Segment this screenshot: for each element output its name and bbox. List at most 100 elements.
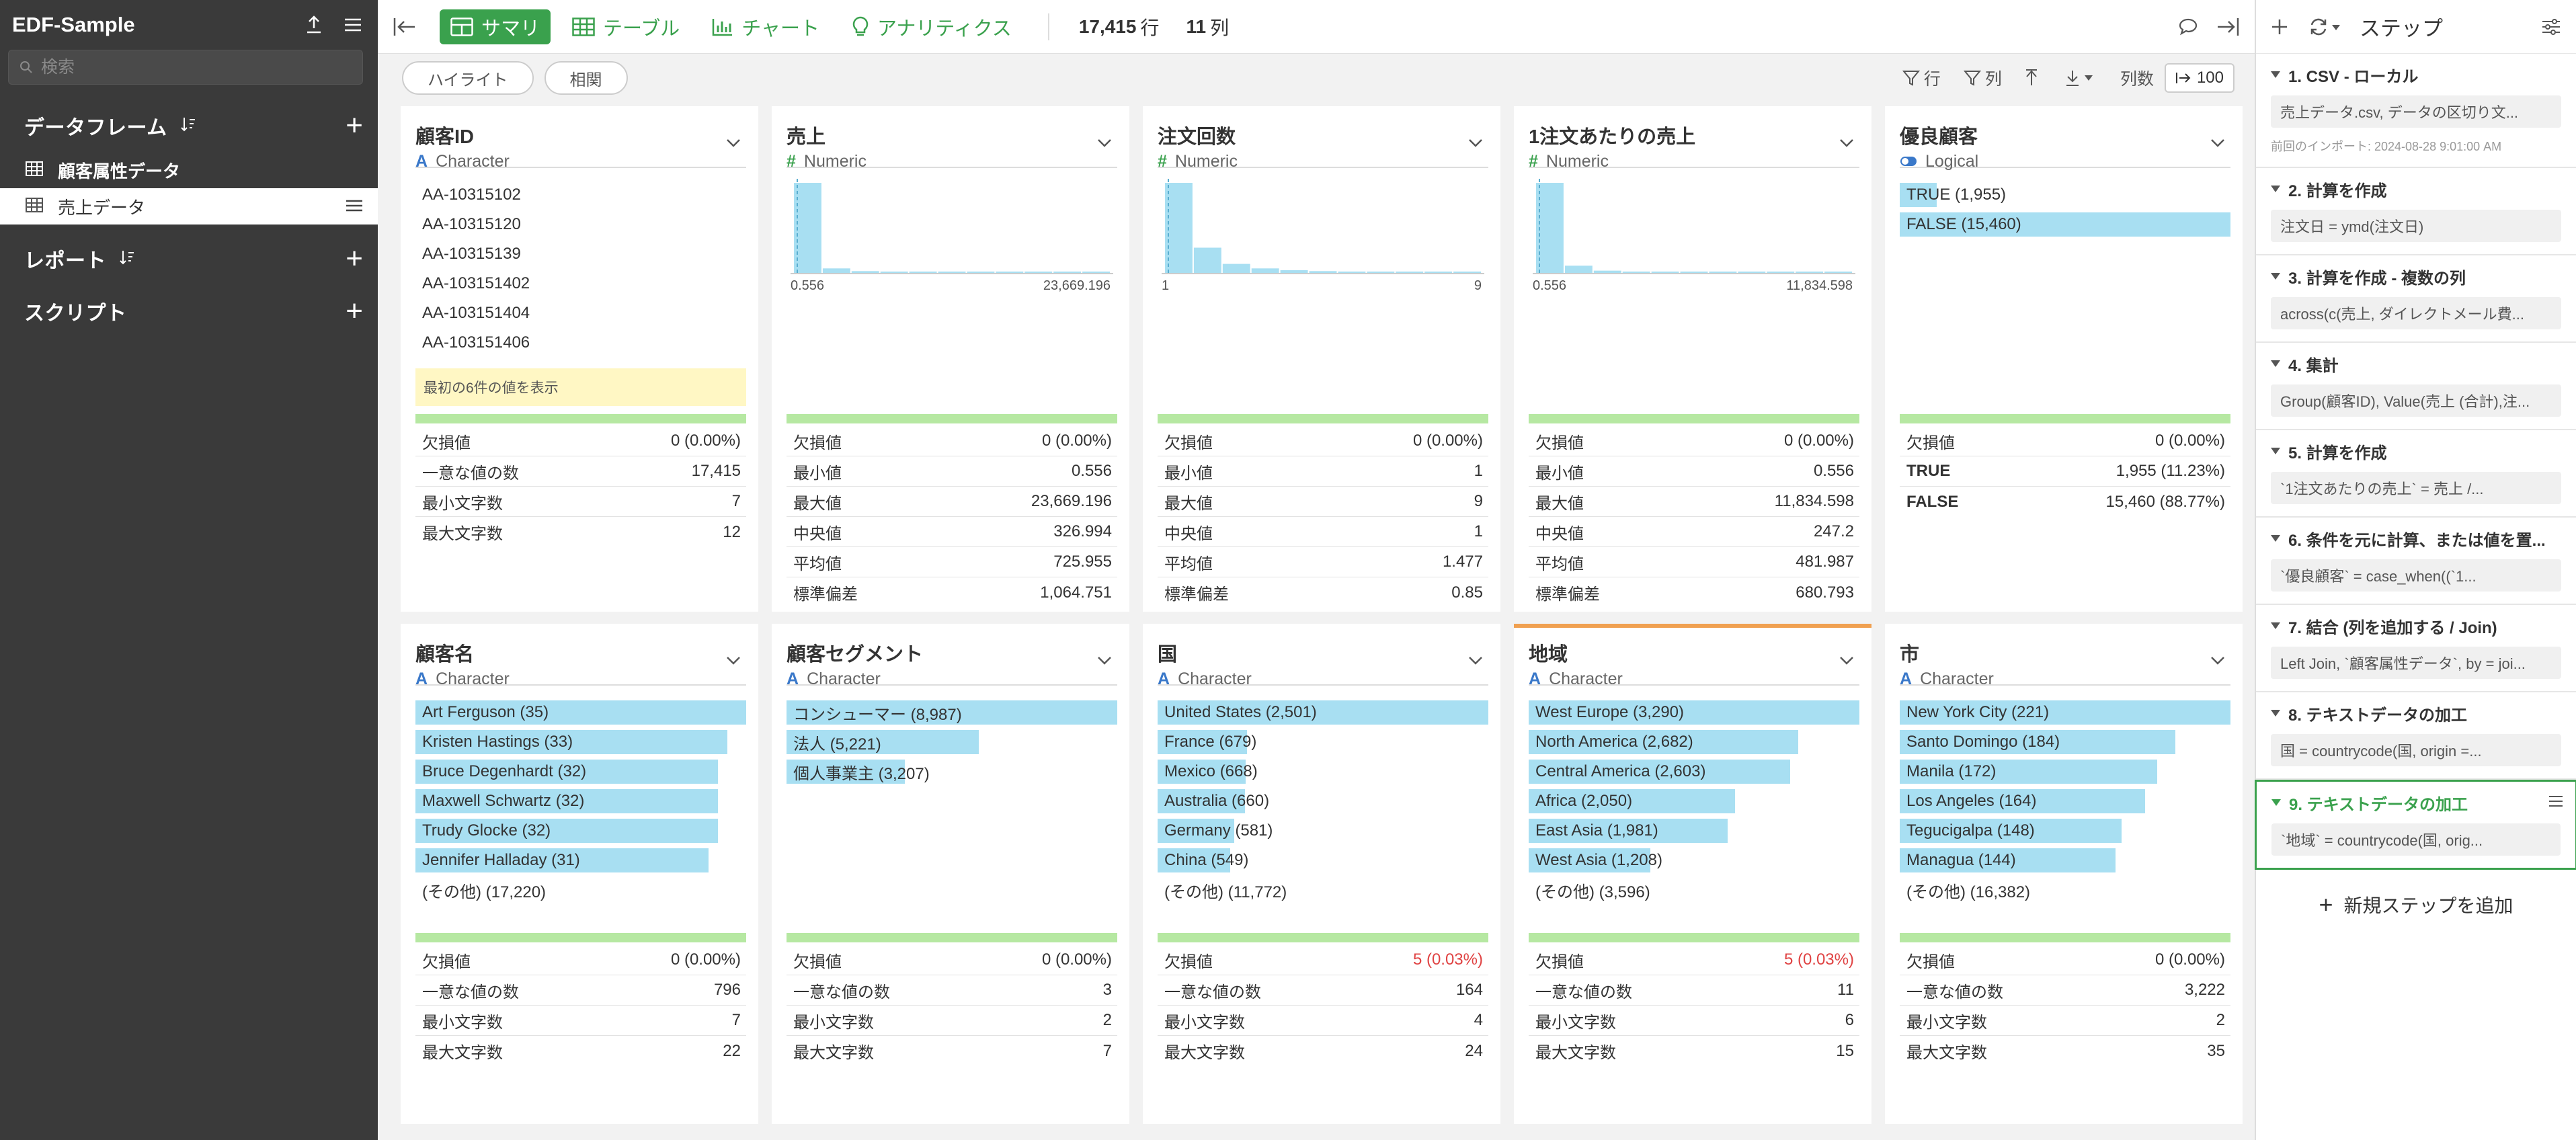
value-bar[interactable]: 法人 (5,221) <box>787 727 1117 757</box>
hamburger-menu-icon[interactable] <box>340 12 366 38</box>
column-card[interactable]: 顧客セグメント A Character コンシューマー (8,987) 法人 (5,22… <box>772 624 1129 1124</box>
add-report-plus-icon[interactable]: + <box>346 244 363 274</box>
value-bar[interactable]: China (549) <box>1158 846 1488 875</box>
highlight-button[interactable]: ハイライト <box>402 61 534 95</box>
collapse-triangle-icon[interactable] <box>2271 535 2280 542</box>
step-item[interactable]: 9. テキストデータの加工 `地域` = countrycode(国, orig.… <box>2255 780 2576 870</box>
value-bar[interactable]: Australia (660) <box>1158 786 1488 816</box>
value-bar[interactable]: East Asia (1,981) <box>1529 816 1859 846</box>
value-bar[interactable]: Trudy Glocke (32) <box>415 816 746 846</box>
collapse-triangle-icon[interactable] <box>2271 448 2280 454</box>
value-bar[interactable]: TRUE (1,955) <box>1900 180 2230 210</box>
chevron-down-icon[interactable] <box>1468 656 1483 669</box>
tab-summary[interactable]: サマリ <box>440 9 551 44</box>
step-item[interactable]: 8. テキストデータの加工国 = countrycode(国, origin =… <box>2256 692 2576 780</box>
value-bar[interactable]: FALSE (15,460) <box>1900 210 2230 239</box>
chevron-down-icon[interactable] <box>1097 138 1112 151</box>
step-item[interactable]: 1. CSV - ローカル 売上データ.csv, データの区切り文... 前回のイン… <box>2256 54 2576 168</box>
collapse-triangle-icon[interactable] <box>2271 710 2280 717</box>
value-bar[interactable]: 個人事業主 (3,207) <box>787 757 1117 786</box>
add-icon[interactable] <box>2271 18 2288 36</box>
column-card[interactable]: 顧客ID A Character AA-10315102 AA-10315120 AA-1… <box>401 106 758 612</box>
column-card[interactable]: 地域 A Character West Europe (3,290) North Ame… <box>1514 624 1871 1124</box>
chevron-down-icon[interactable] <box>1097 656 1112 669</box>
column-card[interactable]: 1注文あたりの売上 # Numeric 0.556 11,834.598 欠損値 0 (0.… <box>1514 106 1871 612</box>
value-bar[interactable]: Los Angeles (164) <box>1900 786 2230 816</box>
correlation-button[interactable]: 相関 <box>544 61 628 95</box>
step-item[interactable]: 7. 結合 (列を追加する / Join) Left Join, `顧客属性データ… <box>2256 605 2576 692</box>
settings-sliders-icon[interactable] <box>2541 18 2561 36</box>
collapse-triangle-icon[interactable] <box>2271 360 2280 367</box>
collapse-triangle-icon[interactable] <box>2271 71 2280 78</box>
sort-icon[interactable] <box>179 116 197 136</box>
value-bar[interactable]: Mexico (668) <box>1158 757 1488 786</box>
add-script-plus-icon[interactable]: + <box>346 296 363 326</box>
chevron-down-icon[interactable] <box>2210 138 2225 151</box>
download-button[interactable] <box>2065 69 2097 87</box>
chevron-down-icon[interactable] <box>1468 138 1483 151</box>
filter-rows-button[interactable]: 行 <box>1902 66 1941 90</box>
tab-analytics[interactable]: アナリティクス <box>841 9 1022 44</box>
sort-icon[interactable] <box>118 249 136 270</box>
histogram[interactable]: 19 <box>1158 179 1488 293</box>
value-bar[interactable]: Tegucigalpa (148) <box>1900 816 2230 846</box>
value-bar[interactable]: コンシューマー (8,987) <box>787 698 1117 727</box>
value-bar[interactable]: West Europe (3,290) <box>1529 698 1859 727</box>
add-new-step-button[interactable]: + 新規ステップを追加 <box>2256 870 2576 940</box>
column-card[interactable]: 顧客名 A Character Art Ferguson (35) Kristen Ha… <box>401 624 758 1124</box>
chevron-down-icon[interactable] <box>2210 656 2225 669</box>
tab-table[interactable]: テーブル <box>561 9 690 44</box>
chevron-down-icon[interactable] <box>1839 138 1854 151</box>
dataframe-item-customer-attributes[interactable]: 顧客属性データ <box>0 152 378 188</box>
value-bar[interactable]: Central America (2,603) <box>1529 757 1859 786</box>
column-card[interactable]: 国 A Character United States (2,501) France (… <box>1143 624 1500 1124</box>
value-bar[interactable]: Germany (581) <box>1158 816 1488 846</box>
value-bar[interactable]: Bruce Degenhardt (32) <box>415 757 746 786</box>
value-bar[interactable]: Kristen Hastings (33) <box>415 727 746 757</box>
step-menu-icon[interactable] <box>2548 795 2563 811</box>
add-dataframe-plus-icon[interactable]: + <box>346 111 363 140</box>
collapse-triangle-icon[interactable] <box>2271 622 2280 629</box>
search-input[interactable] <box>41 57 310 77</box>
collapse-right-icon[interactable] <box>2216 17 2240 37</box>
sort-asc-button[interactable] <box>2025 69 2042 87</box>
column-card[interactable]: 注文回数 # Numeric 1 9 欠損値 0 (0.00%) 最小値 1 最大値 9 中央値 1 平均… <box>1143 106 1500 612</box>
step-item[interactable]: 2. 計算を作成 注文日 = ymd(注文日) <box>2256 168 2576 255</box>
dataframe-item-sales[interactable]: 売上データ <box>0 188 378 225</box>
upload-icon[interactable] <box>301 12 327 38</box>
chevron-down-icon[interactable] <box>726 138 741 151</box>
value-bar[interactable]: New York City (221) <box>1900 698 2230 727</box>
step-item[interactable]: 4. 集計 Group(顧客ID), Value(売上 (合計),注... <box>2256 343 2576 430</box>
value-bar[interactable]: Maxwell Schwartz (32) <box>415 786 746 816</box>
collapse-triangle-icon[interactable] <box>2271 799 2281 806</box>
refresh-icon[interactable] <box>2308 17 2341 36</box>
value-bar[interactable]: North America (2,682) <box>1529 727 1859 757</box>
sidebar-search[interactable] <box>8 50 363 85</box>
value-bar[interactable]: Jennifer Halladay (31) <box>415 846 746 875</box>
dataframe-menu-icon[interactable] <box>346 196 363 217</box>
step-item[interactable]: 3. 計算を作成 - 複数の列 across(c(売上, ダイレクトメール費... <box>2256 255 2576 343</box>
collapse-left-icon[interactable] <box>393 17 417 37</box>
value-bar[interactable]: West Asia (1,208) <box>1529 846 1859 875</box>
column-card[interactable]: 優良顧客 Logical TRUE (1,955) FALSE (15,460) 欠損値… <box>1885 106 2243 612</box>
value-bar[interactable]: Managua (144) <box>1900 846 2230 875</box>
step-item[interactable]: 5. 計算を作成 `1注文あたりの売上` = 売上 /... <box>2256 430 2576 518</box>
column-card[interactable]: 市 A Character New York City (221) Santo Domi… <box>1885 624 2243 1124</box>
value-bar[interactable]: Santo Domingo (184) <box>1900 727 2230 757</box>
value-bar[interactable]: France (679) <box>1158 727 1488 757</box>
histogram[interactable]: 0.556 11,834.598 <box>1529 179 1859 293</box>
value-bar[interactable]: Manila (172) <box>1900 757 2230 786</box>
tab-chart[interactable]: チャート <box>701 9 830 44</box>
step-item[interactable]: 6. 条件を元に計算、または値を置... `優良顧客` = case_when((… <box>2256 518 2576 605</box>
column-card[interactable]: 売上 # Numeric 0.556 23,669.196 欠損値 0 (0.00%) 最小値… <box>772 106 1129 612</box>
comment-icon[interactable] <box>2178 17 2198 36</box>
value-bar[interactable]: Africa (2,050) <box>1529 786 1859 816</box>
histogram[interactable]: 0.556 23,669.196 <box>787 179 1117 293</box>
collapse-triangle-icon[interactable] <box>2271 186 2280 192</box>
filter-cols-button[interactable]: 列 <box>1963 66 2002 90</box>
value-bar[interactable]: Art Ferguson (35) <box>415 698 746 727</box>
chevron-down-icon[interactable] <box>1839 656 1854 669</box>
chevron-down-icon[interactable] <box>726 656 741 669</box>
collapse-triangle-icon[interactable] <box>2271 273 2280 280</box>
value-bar[interactable]: United States (2,501) <box>1158 698 1488 727</box>
